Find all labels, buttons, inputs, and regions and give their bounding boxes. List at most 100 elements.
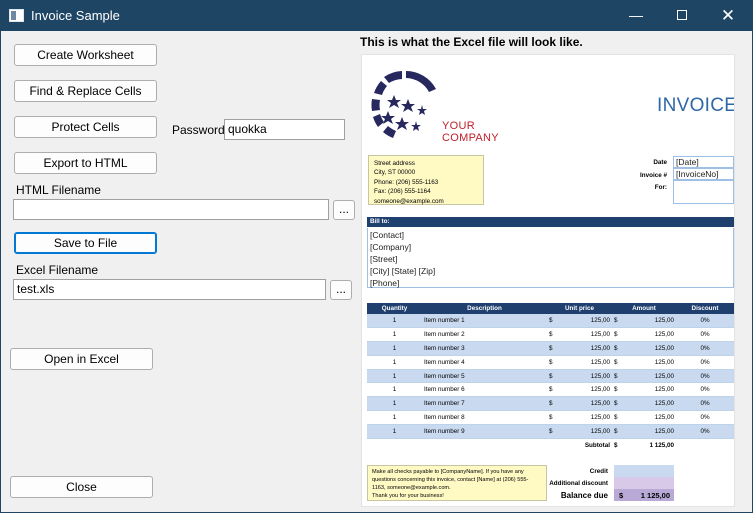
bill-to-line: [Street] [370, 254, 398, 264]
address-line: Phone: (206) 555-1163 [374, 178, 439, 186]
currency-cell: $ [547, 396, 557, 412]
description-cell: Item number 1 [422, 314, 547, 329]
unit-price-cell: 125,00 [557, 355, 612, 370]
currency-cell: $ [612, 369, 622, 384]
amount-cell: 125,00 [622, 369, 676, 384]
table-row: 1 Item number 1 $125,00 $125,00 0% [367, 314, 734, 329]
invoice-title: INVOICE [657, 95, 735, 116]
unit-price-cell: 125,00 [557, 369, 612, 384]
amount-cell: 125,00 [622, 382, 676, 398]
html-filename-input[interactable] [13, 199, 329, 220]
quantity-cell: 1 [367, 410, 422, 425]
save-to-file-button[interactable]: Save to File [14, 232, 157, 254]
description-cell: Item number 4 [422, 355, 547, 370]
description-cell: Item number 8 [422, 410, 547, 425]
for-value [673, 180, 734, 204]
description-cell: Item number 7 [422, 396, 547, 412]
balance-due-label: Balance due [560, 491, 608, 500]
invoice-preview: YOUR COMPANY INVOICE Street address City… [361, 54, 735, 507]
credit-label: Credit [589, 468, 608, 475]
unit-price-cell: 125,00 [557, 396, 612, 412]
browse-html-button[interactable]: ... [333, 200, 355, 220]
currency-cell: $ [547, 314, 557, 329]
table-row: 1 Item number 8 $125,00 $125,00 0% [367, 410, 734, 425]
balance-due-box: $ 1 125,00 [614, 489, 674, 501]
address-line: someone@example.com [374, 197, 444, 205]
protect-cells-button[interactable]: Protect Cells [14, 116, 157, 138]
description-cell: Item number 3 [422, 341, 547, 356]
title-bar: Invoice Sample — ✕ [0, 0, 753, 31]
discount-cell: 0% [676, 410, 734, 425]
description-cell: Item number 2 [422, 327, 547, 343]
discount-cell: 0% [676, 327, 734, 343]
main-panel: Create Worksheet Find & Replace Cells Pr… [1, 31, 752, 512]
quantity-cell: 1 [367, 369, 422, 384]
bill-to-line: [Contact] [370, 230, 405, 240]
minimize-button[interactable]: — [613, 0, 659, 31]
note-line: questions concerning this invoice, conta… [372, 477, 529, 483]
column-header: Amount [612, 303, 676, 314]
logo-wordmark: YOUR COMPANY [442, 120, 499, 144]
discount-cell: 0% [676, 355, 734, 370]
quantity-cell: 1 [367, 382, 422, 398]
currency-cell: $ [547, 424, 557, 439]
currency-cell: $ [547, 327, 557, 343]
invoice-number-value: [InvoiceNo] [673, 168, 734, 180]
items-header-row: Quantity Description Unit price Amount D… [367, 303, 734, 314]
quantity-cell: 1 [367, 424, 422, 439]
create-worksheet-button[interactable]: Create Worksheet [14, 44, 157, 66]
table-row: 1 Item number 7 $125,00 $125,00 0% [367, 396, 734, 412]
for-label: For: [654, 184, 667, 191]
amount-cell: 125,00 [622, 327, 676, 343]
empty-cell [676, 437, 734, 452]
unit-price-cell: 125,00 [557, 382, 612, 398]
company-address-block: Street address City, ST 00000 Phone: (20… [368, 155, 484, 205]
address-line: Fax: (206) 555-1164 [374, 188, 431, 196]
empty-cell [367, 437, 422, 452]
quantity-cell: 1 [367, 327, 422, 343]
find-replace-button[interactable]: Find & Replace Cells [14, 80, 157, 102]
discount-cell: 0% [676, 369, 734, 384]
close-button[interactable]: Close [10, 476, 153, 498]
balance-due-value: 1 125,00 [640, 491, 670, 500]
window-title: Invoice Sample [31, 8, 120, 23]
discount-cell: 0% [676, 396, 734, 412]
subtotal-value: 1 125,00 [622, 437, 676, 452]
html-filename-label: HTML Filename [16, 183, 101, 197]
note-line: Make all checks payable to [CompanyName]… [372, 469, 524, 475]
column-header: Discount [676, 303, 734, 314]
close-window-button[interactable]: ✕ [705, 0, 751, 31]
company-logo-icon [371, 71, 436, 138]
bill-to-header: Bill to: [367, 217, 734, 227]
currency-cell: $ [612, 410, 622, 425]
currency-cell: $ [612, 437, 622, 452]
table-row: 1 Item number 2 $125,00 $125,00 0% [367, 327, 734, 343]
column-header: Unit price [547, 303, 612, 314]
password-input[interactable]: quokka [224, 119, 345, 140]
bill-to-block: [Contact] [Company] [Street] [City] [Sta… [367, 228, 734, 288]
discount-cell: 0% [676, 424, 734, 439]
excel-filename-input[interactable]: test.xls [13, 279, 326, 300]
table-row: 1 Item number 9 $125,00 $125,00 0% [367, 424, 734, 439]
browse-excel-button[interactable]: ... [330, 280, 352, 300]
description-cell: Item number 6 [422, 382, 547, 398]
empty-cell [422, 437, 547, 452]
table-row: 1 Item number 5 $125,00 $125,00 0% [367, 369, 734, 384]
export-html-button[interactable]: Export to HTML [14, 152, 157, 174]
table-row: 1 Item number 6 $125,00 $125,00 0% [367, 382, 734, 398]
payment-note: Make all checks payable to [CompanyName]… [367, 465, 547, 501]
currency-cell: $ [547, 341, 557, 356]
preview-caption: This is what the Excel file will look li… [360, 35, 583, 49]
quantity-cell: 1 [367, 341, 422, 356]
open-in-excel-button[interactable]: Open in Excel [10, 348, 153, 370]
column-header: Quantity [367, 303, 422, 314]
quantity-cell: 1 [367, 314, 422, 329]
logo-line-1: YOUR [442, 120, 475, 132]
note-line: 1163, someone@example.com. [372, 485, 451, 491]
amount-cell: 125,00 [622, 314, 676, 329]
quantity-cell: 1 [367, 355, 422, 370]
address-line: City, ST 00000 [374, 169, 416, 177]
address-line: Street address [374, 160, 415, 167]
maximize-button[interactable] [659, 0, 705, 31]
currency-cell: $ [612, 396, 622, 412]
